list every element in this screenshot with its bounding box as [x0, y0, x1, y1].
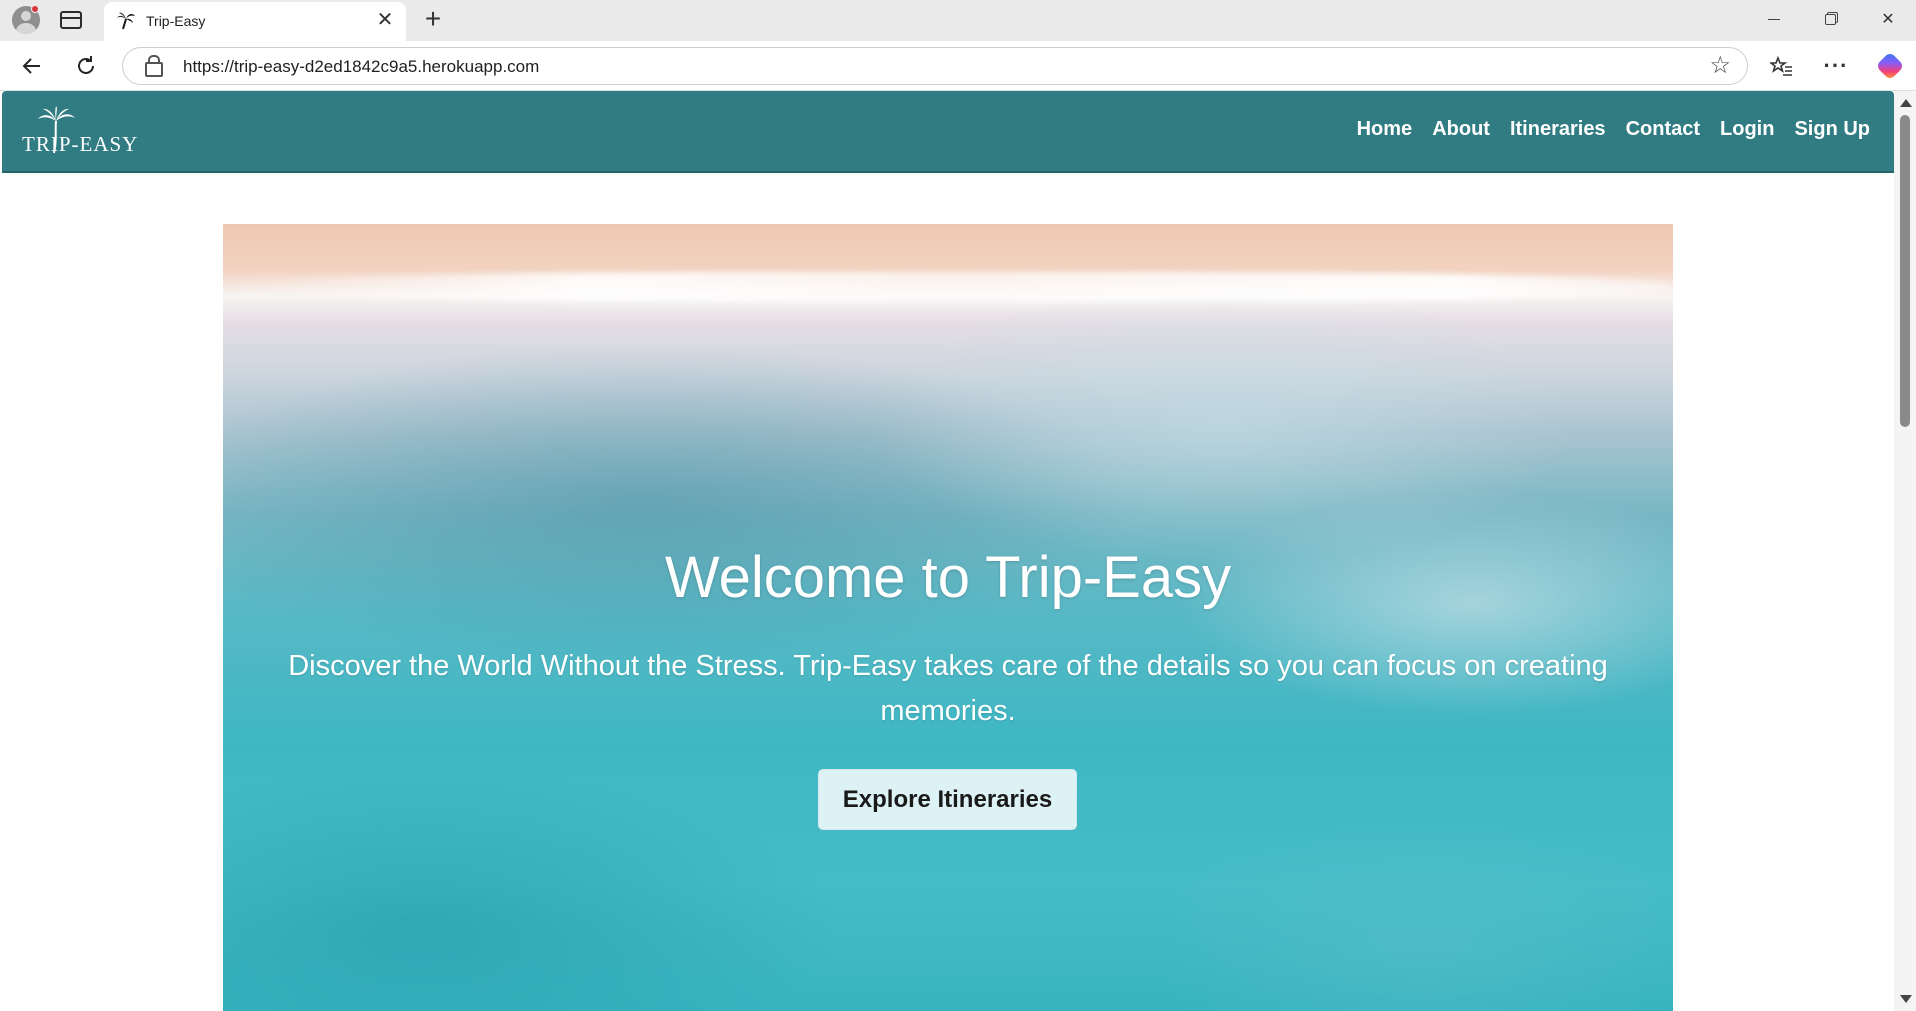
- address-bar[interactable]: https://trip-easy-d2ed1842c9a5.herokuapp…: [122, 47, 1748, 85]
- new-tab-icon[interactable]: +: [418, 5, 448, 35]
- nav-home-link[interactable]: Home: [1357, 118, 1413, 141]
- site-navbar: TRIP-EASY Home About Itineraries Contact…: [2, 91, 1894, 173]
- scroll-up-arrow-icon[interactable]: [1900, 99, 1912, 107]
- logo-text: TRIP-EASY: [22, 132, 139, 156]
- hero-banner: Welcome to Trip-Easy Discover the World …: [223, 224, 1673, 1011]
- close-window-icon[interactable]: ✕: [1868, 5, 1908, 35]
- nav-itineraries-link[interactable]: Itineraries: [1510, 118, 1606, 141]
- nav-contact-link[interactable]: Contact: [1626, 118, 1700, 141]
- palm-tree-favicon-icon: [116, 10, 136, 34]
- nav-about-link[interactable]: About: [1432, 118, 1490, 141]
- browser-tabstrip: Trip-Easy ✕ + ✕: [0, 0, 1916, 41]
- explore-itineraries-button[interactable]: Explore Itineraries: [818, 769, 1077, 830]
- scrollbar-thumb[interactable]: [1900, 115, 1910, 427]
- site-logo[interactable]: TRIP-EASY: [22, 105, 142, 161]
- more-options-icon[interactable]: ···: [1820, 50, 1852, 82]
- minimize-window-icon[interactable]: [1754, 5, 1794, 35]
- notification-dot: [31, 5, 39, 13]
- page-scrollbar[interactable]: [1894, 91, 1916, 1011]
- tab-actions-icon[interactable]: [58, 9, 84, 31]
- tab-title: Trip-Easy: [146, 13, 206, 29]
- browser-toolbar: https://trip-easy-d2ed1842c9a5.herokuapp…: [0, 41, 1916, 91]
- main-nav: Home About Itineraries Contact Login Sig…: [1357, 118, 1870, 141]
- favorites-list-icon[interactable]: [1766, 50, 1798, 82]
- hero-subtitle: Discover the World Without the Stress. T…: [288, 650, 1608, 727]
- reload-icon[interactable]: [70, 50, 102, 82]
- copilot-icon[interactable]: [1874, 50, 1906, 82]
- scroll-down-arrow-icon[interactable]: [1900, 995, 1912, 1003]
- nav-signup-link[interactable]: Sign Up: [1794, 118, 1870, 141]
- restore-window-icon[interactable]: [1810, 5, 1850, 35]
- favorite-star-icon[interactable]: ☆: [1709, 53, 1731, 79]
- hero-wave-foam: [223, 272, 1673, 302]
- page-viewport: TRIP-EASY Home About Itineraries Contact…: [0, 91, 1916, 1011]
- close-tab-icon[interactable]: ✕: [374, 9, 396, 31]
- hero-title: Welcome to Trip-Easy: [664, 545, 1232, 610]
- lock-icon[interactable]: [145, 55, 163, 77]
- back-arrow-icon[interactable]: [16, 50, 48, 82]
- nav-login-link[interactable]: Login: [1720, 118, 1774, 141]
- url-text[interactable]: https://trip-easy-d2ed1842c9a5.herokuapp…: [183, 57, 539, 77]
- browser-tab[interactable]: Trip-Easy ✕: [104, 2, 406, 41]
